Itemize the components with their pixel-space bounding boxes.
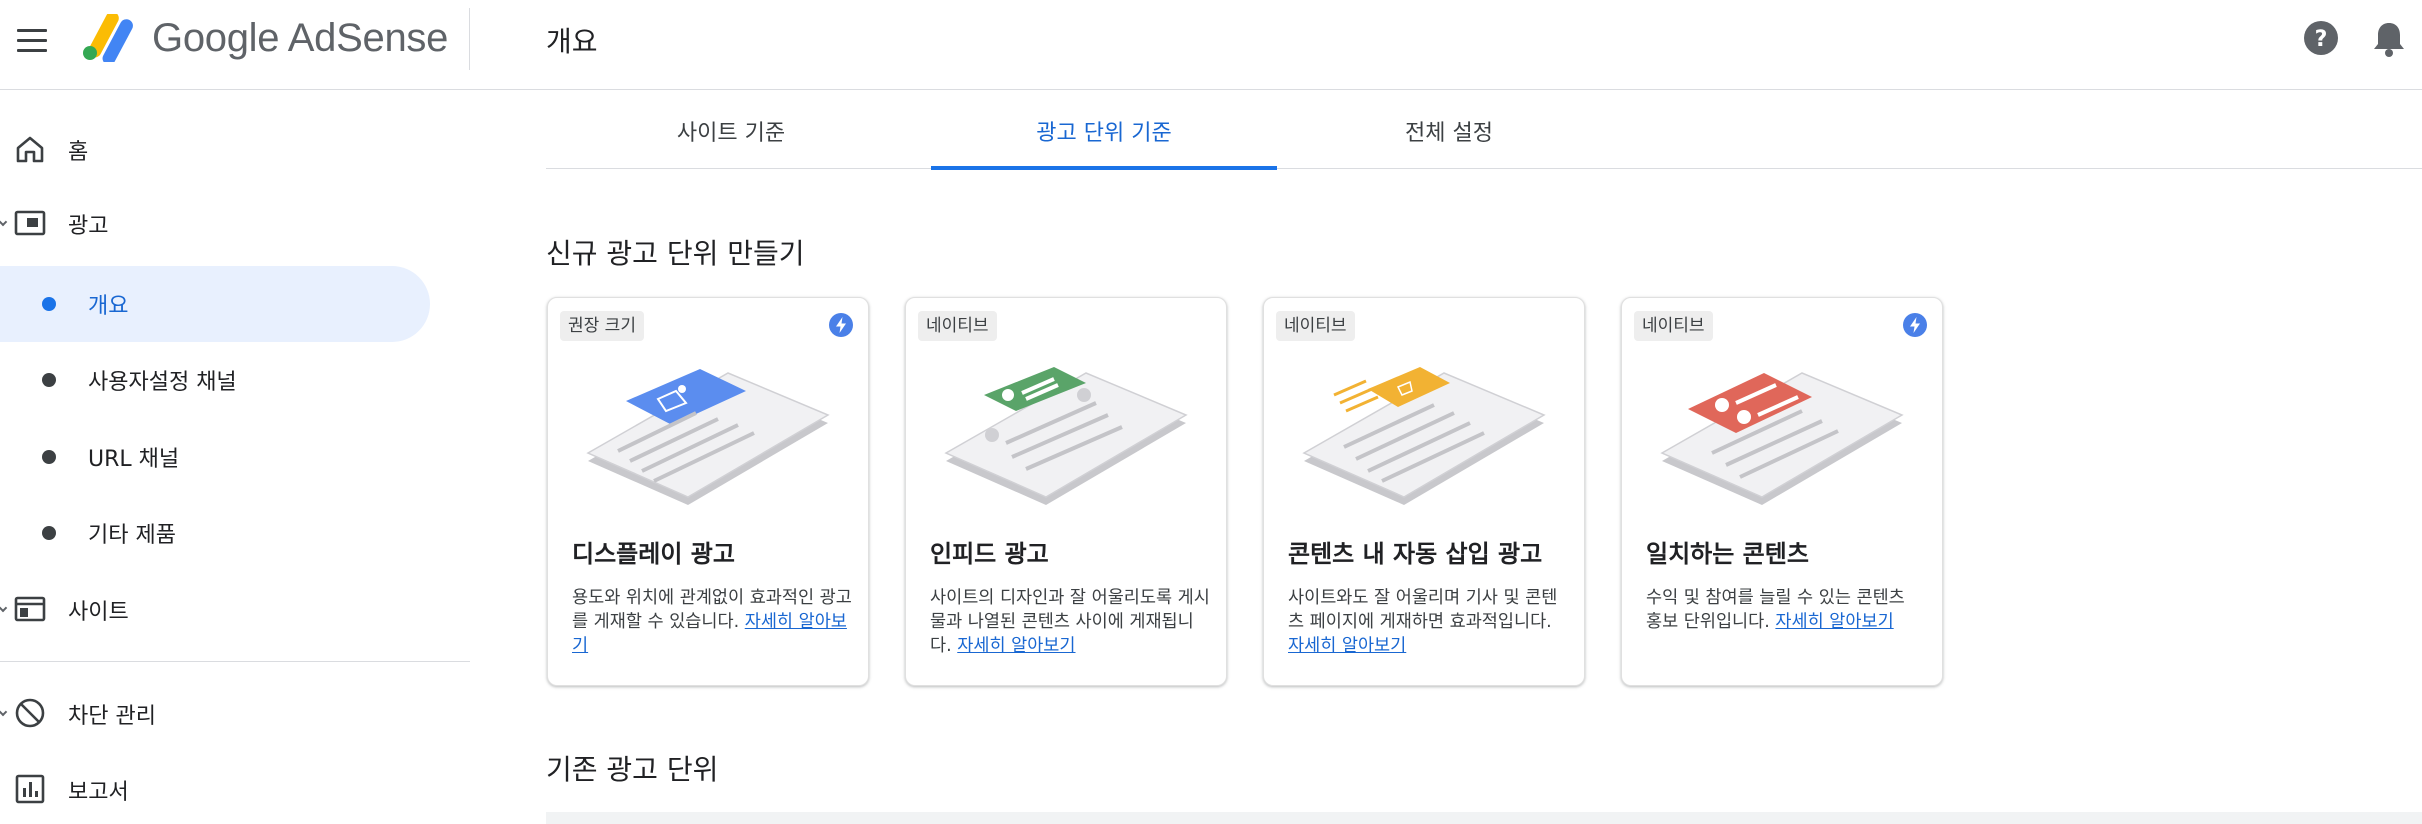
card-title: 콘텐츠 내 자동 삽입 광고 — [1288, 540, 1543, 568]
sidebar-subitem-overview[interactable]: 개요 — [0, 266, 430, 342]
card-badge: 권장 크기 — [560, 311, 644, 341]
sidebar-item-blocking-controls[interactable]: 차단 관리 — [0, 685, 430, 741]
sidebar-item-label: 광고 — [68, 214, 109, 239]
sidebar-subitem-other-products[interactable]: 기타 제품 — [0, 495, 430, 571]
sidebar-subitem-custom-channels[interactable]: 사용자설정 채널 — [0, 342, 430, 418]
matched-content-illustration-icon — [1660, 372, 1904, 505]
bullet-dot-icon — [42, 450, 56, 464]
sidebar-item-label: 차단 관리 — [68, 704, 156, 729]
top-app-bar: Google AdSense 개요 ? — [0, 0, 2422, 90]
in-feed-ad-illustration-icon — [944, 367, 1188, 505]
learn-more-link[interactable]: 자세히 알아보기 — [1775, 612, 1893, 632]
card-display-ads[interactable]: 권장 크기 디스플레이 광고 용도와 위치에 관계없이 효과적인 광고를 게재할… — [547, 297, 869, 686]
card-in-article-ads[interactable]: 네이티브 콘텐츠 내 자동 삽입 광고 사이트와도 잘 어울리며 기사 및 콘텐… — [1263, 297, 1585, 686]
sidebar-item-reports[interactable]: 보고서 — [0, 761, 430, 817]
card-description: 사이트와도 잘 어울리며 기사 및 콘텐츠 페이지에 게재하면 효과적입니다. … — [1288, 586, 1568, 658]
sidebar-item-label: 사이트 — [68, 600, 129, 625]
sidebar-subitem-label: URL 채널 — [88, 447, 180, 472]
expand-caret-icon — [0, 707, 8, 717]
bullet-dot-icon — [42, 526, 56, 540]
left-sidebar: 홈 광고 개요 사용자설정 채널 URL 채널 기타 제품 사이트 차단 관리 … — [0, 91, 470, 824]
existing-ad-units-table-header — [546, 812, 2422, 824]
page-title: 개요 — [546, 25, 598, 58]
notifications-bell-icon[interactable] — [2372, 20, 2406, 58]
adsense-logo-icon — [83, 14, 133, 62]
logo-text: Google AdSense — [152, 16, 449, 60]
sidebar-subitem-label: 기타 제품 — [88, 523, 176, 548]
card-title: 일치하는 콘텐츠 — [1646, 540, 1809, 568]
card-matched-content[interactable]: 네이티브 일치하는 콘텐츠 수익 및 참여를 늘릴 수 있는 콘텐츠 홍보 단위… — [1621, 297, 1943, 686]
bullet-dot-icon — [42, 297, 56, 311]
card-description: 용도와 위치에 관계없이 효과적인 광고를 게재할 수 있습니다. 자세히 알아… — [572, 586, 852, 658]
bullet-dot-icon — [42, 373, 56, 387]
sidebar-item-label: 홈 — [68, 140, 89, 165]
tab-by-ad-unit[interactable]: 광고 단위 기준 — [931, 91, 1277, 170]
help-icon[interactable]: ? — [2303, 20, 2339, 56]
card-badge: 네이티브 — [1276, 311, 1355, 341]
card-badge: 네이티브 — [1634, 311, 1713, 341]
lightning-icon — [829, 313, 853, 337]
display-ad-illustration-icon — [586, 369, 830, 505]
reports-icon — [15, 774, 45, 804]
card-title: 디스플레이 광고 — [572, 540, 735, 568]
sidebar-subitem-url-channels[interactable]: URL 채널 — [0, 419, 430, 495]
ads-icon — [14, 210, 46, 236]
sidebar-item-label: 보고서 — [68, 780, 129, 805]
card-description-text: 사이트와도 잘 어울리며 기사 및 콘텐츠 페이지에 게재하면 효과적입니다. — [1288, 588, 1558, 632]
card-badge: 네이티브 — [918, 311, 997, 341]
sites-icon — [14, 596, 46, 622]
card-description: 수익 및 참여를 늘릴 수 있는 콘텐츠 홍보 단위입니다. 자세히 알아보기 — [1646, 586, 1926, 634]
create-ad-unit-heading: 신규 광고 단위 만들기 — [546, 237, 805, 270]
lightning-icon — [1903, 313, 1927, 337]
card-in-feed-ads[interactable]: 네이티브 인피드 광고 사이트의 디자인과 잘 어울리도록 게시물과 나열된 콘… — [905, 297, 1227, 686]
svg-text:?: ? — [2315, 27, 2328, 52]
learn-more-link[interactable]: 자세히 알아보기 — [1288, 636, 1406, 656]
main-menu-button[interactable] — [14, 20, 50, 60]
card-description: 사이트의 디자인과 잘 어울리도록 게시물과 나열된 콘텐츠 사이에 게재됩니다… — [930, 586, 1210, 658]
sidebar-subitem-label: 사용자설정 채널 — [88, 370, 237, 395]
existing-ad-units-heading: 기존 광고 단위 — [546, 753, 719, 786]
card-title: 인피드 광고 — [930, 540, 1049, 568]
sidebar-item-sites[interactable]: 사이트 — [0, 581, 430, 637]
tab-bar: 사이트 기준 광고 단위 기준 전체 설정 — [546, 91, 2422, 170]
tab-by-site[interactable]: 사이트 기준 — [558, 91, 904, 169]
expand-caret-icon — [0, 217, 8, 227]
block-icon — [15, 698, 45, 728]
home-icon — [16, 136, 44, 163]
sidebar-item-ads[interactable]: 광고 — [0, 195, 430, 251]
sidebar-subitem-label: 개요 — [88, 294, 129, 319]
header-divider — [469, 8, 470, 70]
expand-caret-icon — [0, 603, 8, 613]
learn-more-link[interactable]: 자세히 알아보기 — [957, 636, 1075, 656]
in-article-ad-illustration-icon — [1302, 367, 1546, 505]
sidebar-item-home[interactable]: 홈 — [0, 121, 430, 177]
tab-global-settings[interactable]: 전체 설정 — [1276, 91, 1622, 169]
sidebar-divider — [0, 661, 470, 662]
